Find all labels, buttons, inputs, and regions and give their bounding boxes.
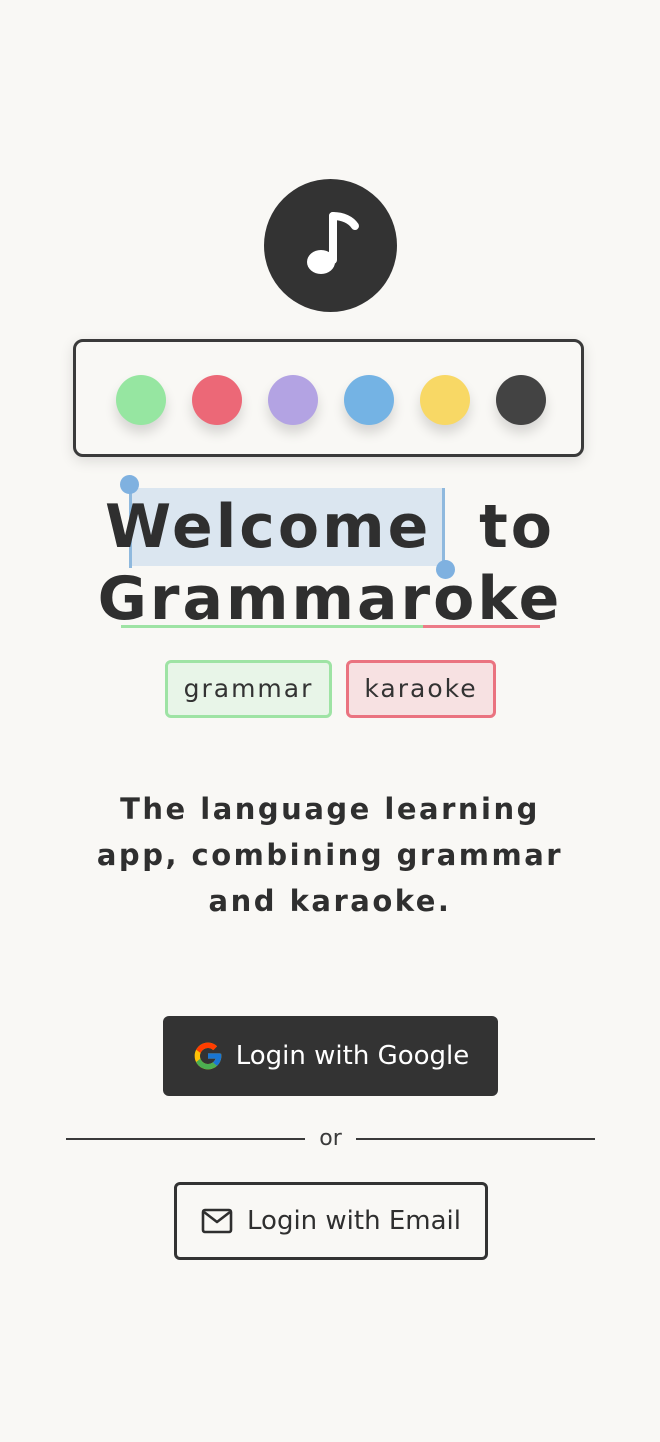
- karaoke-underline: [423, 625, 540, 628]
- grammar-underline: [121, 625, 423, 628]
- login-screen: Welcome to Grammaroke grammar karaoke Th…: [0, 0, 660, 1442]
- tag-karaoke: karaoke: [346, 660, 496, 718]
- color-swatch-purple[interactable]: [268, 375, 318, 425]
- title-word-welcome: Welcome: [105, 492, 432, 562]
- divider-line-left: [66, 1138, 305, 1140]
- color-swatch-blue[interactable]: [344, 375, 394, 425]
- music-note-icon: [306, 211, 359, 274]
- tagline: The language learning app, combining gra…: [96, 792, 564, 918]
- title-line-welcome: Welcome to: [0, 490, 660, 564]
- app-logo: [264, 179, 397, 312]
- color-swatch-red[interactable]: [192, 375, 242, 425]
- color-swatch-green[interactable]: [116, 375, 166, 425]
- divider-line-right: [356, 1138, 595, 1140]
- login-email-button[interactable]: Login with Email: [174, 1182, 488, 1260]
- google-g-icon: [194, 1042, 222, 1070]
- tag-grammar: grammar: [165, 660, 332, 718]
- page-title: Welcome to Grammaroke: [0, 475, 660, 638]
- color-palette: [73, 339, 584, 457]
- login-google-label: Login with Google: [235, 1041, 470, 1071]
- color-swatch-black[interactable]: [496, 375, 546, 425]
- envelope-icon: [201, 1208, 233, 1234]
- login-email-label: Login with Email: [247, 1206, 461, 1236]
- color-swatch-yellow[interactable]: [420, 375, 470, 425]
- login-google-button[interactable]: Login with Google: [163, 1016, 498, 1096]
- title-word-to: to: [479, 492, 555, 562]
- divider-or-text: or: [319, 1126, 342, 1151]
